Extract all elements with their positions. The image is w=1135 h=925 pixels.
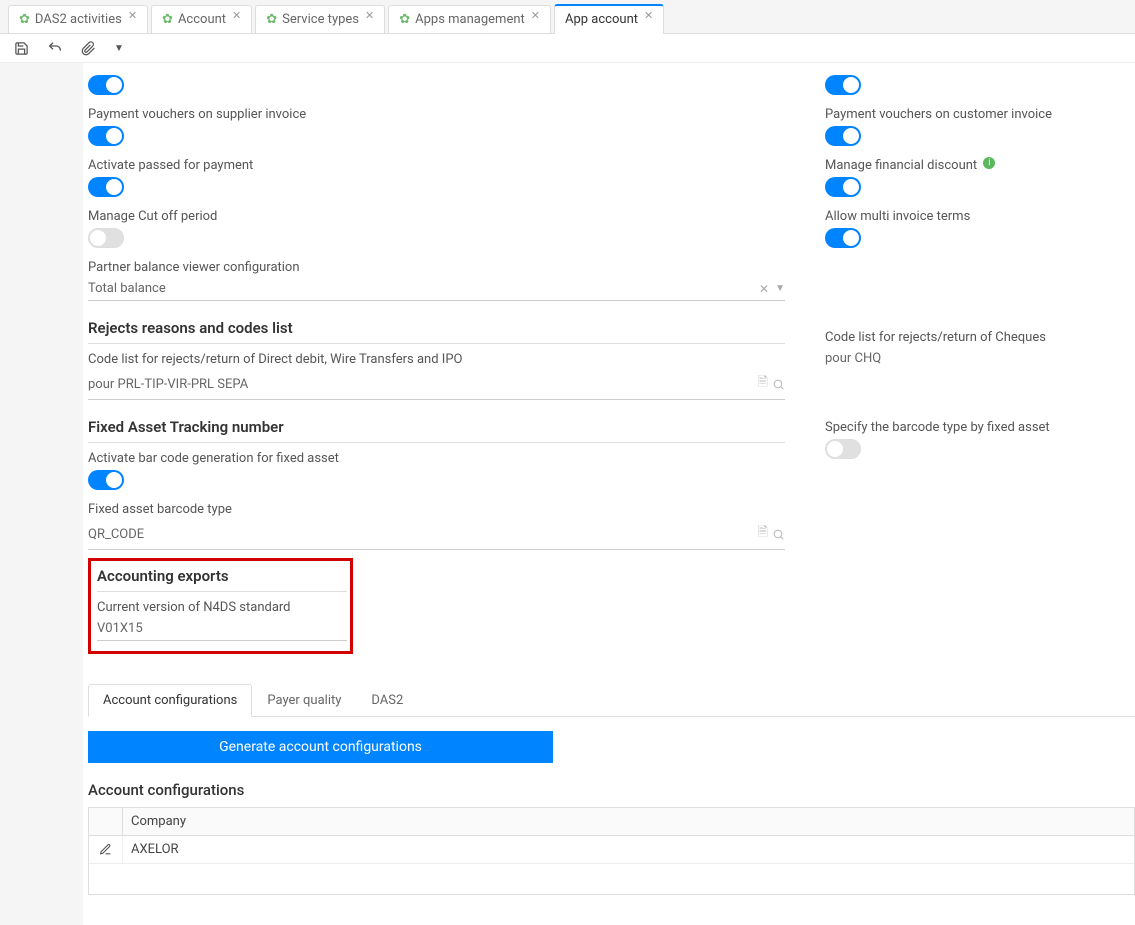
generate-account-configurations-button[interactable]: Generate account configurations [88,731,553,763]
lookup-rejects-direct-debit[interactable]: pour PRL-TIP-VIR-PRL SEPA 🗎 [88,369,785,400]
lookup-value: pour PRL-TIP-VIR-PRL SEPA [88,377,754,392]
toggle-manage-financial-discount[interactable] [825,177,861,197]
tab-label: Apps management [415,12,525,27]
content-area: Payment vouchers on supplier invoice Act… [83,63,1135,925]
undo-icon[interactable] [47,40,63,56]
tab-apps-management[interactable]: ✿ Apps management ✕ [388,5,551,33]
tab-label: App account [565,12,638,27]
section-fixed-asset: Fixed Asset Tracking number [88,418,785,443]
gear-icon: ✿ [399,12,410,27]
close-icon[interactable]: ✕ [128,9,137,22]
edit-icon[interactable] [89,836,123,863]
heading-account-configurations: Account configurations [88,781,1135,799]
label-rejects-cheques: Code list for rejects/return of Cheques [825,330,1135,345]
section-accounting-exports: Accounting exports [97,567,347,592]
tab-label: DAS2 activities [35,12,122,27]
chevron-down-icon[interactable]: ▼ [775,283,785,294]
label-payment-vouchers-supplier: Payment vouchers on supplier invoice [88,107,785,122]
label-activate-passed-for-payment: Activate passed for payment [88,158,785,173]
lookup-value: pour CHQ [825,351,1135,366]
table-header: Company [89,808,1134,836]
sub-tab-payer-quality[interactable]: Payer quality [252,684,356,717]
close-icon[interactable]: ✕ [644,9,653,22]
toggle-unknown-2[interactable] [825,75,861,95]
toggle-unknown-1[interactable] [88,75,124,95]
clear-icon[interactable]: ✕ [759,282,769,296]
top-tabs-bar: ✿ DAS2 activities ✕ ✿ Account ✕ ✿ Servic… [0,0,1135,34]
toggle-specify-barcode[interactable] [825,439,861,459]
sub-tabs: Account configurations Payer quality DAS… [88,684,1135,717]
gear-icon: ✿ [266,12,277,27]
tab-account[interactable]: ✿ Account ✕ [151,5,252,33]
toggle-activate-passed-for-payment[interactable] [88,177,124,197]
label-activate-barcode: Activate bar code generation for fixed a… [88,451,785,466]
select-value: Total balance [88,281,759,296]
sub-tab-das2[interactable]: DAS2 [356,684,418,717]
label-barcode-type: Fixed asset barcode type [88,502,785,517]
close-icon[interactable]: ✕ [365,9,374,22]
tab-label: Service types [282,12,359,27]
section-rejects-reasons: Rejects reasons and codes list [88,319,785,344]
tab-label: Account [178,12,226,27]
label-manage-financial-discount: Manage financial discount i [825,158,1135,173]
toggle-payment-vouchers-customer[interactable] [825,126,861,146]
toggle-payment-vouchers-supplier[interactable] [88,126,124,146]
label-rejects-direct-debit: Code list for rejects/return of Direct d… [88,352,785,367]
label-payment-vouchers-customer: Payment vouchers on customer invoice [825,107,1135,122]
chevron-down-icon[interactable]: ▼ [114,43,124,54]
input-n4ds-version[interactable]: V01X15 [97,617,347,641]
label-specify-barcode: Specify the barcode type by fixed asset [825,420,1135,435]
lookup-value: QR_CODE [88,527,754,542]
document-icon[interactable]: 🗎 [758,523,768,545]
search-icon[interactable] [772,528,785,541]
toggle-activate-barcode[interactable] [88,470,124,490]
cell-company: AXELOR [123,836,1134,863]
highlight-accounting-exports: Accounting exports Current version of N4… [88,558,353,654]
save-icon[interactable] [14,41,29,56]
label-manage-cut-off: Manage Cut off period [88,209,785,224]
table-account-configurations: Company AXELOR [88,807,1135,895]
info-icon[interactable]: i [983,157,995,169]
gear-icon: ✿ [19,12,30,27]
toggle-allow-multi-invoice[interactable] [825,228,861,248]
select-partner-balance[interactable]: Total balance ✕ ▼ [88,277,785,301]
tab-das2-activities[interactable]: ✿ DAS2 activities ✕ [8,5,148,33]
lookup-barcode-type[interactable]: QR_CODE 🗎 [88,519,785,550]
tab-app-account[interactable]: App account ✕ [554,4,664,34]
label-allow-multi-invoice: Allow multi invoice terms [825,209,1135,224]
search-icon[interactable] [772,378,785,391]
left-gutter [0,63,83,925]
label-n4ds: Current version of N4DS standard [97,600,344,615]
tab-service-types[interactable]: ✿ Service types ✕ [255,5,385,33]
sub-tab-account-configurations[interactable]: Account configurations [88,684,252,717]
lookup-rejects-cheques[interactable]: pour CHQ [825,347,1135,370]
label-partner-balance: Partner balance viewer configuration [88,260,785,275]
table-row[interactable]: AXELOR [89,836,1134,864]
document-icon[interactable]: 🗎 [758,373,768,395]
attachment-icon[interactable] [81,41,96,56]
gear-icon: ✿ [162,12,173,27]
close-icon[interactable]: ✕ [232,9,241,22]
toggle-manage-cut-off[interactable] [88,228,124,248]
toolbar: ▼ [0,34,1135,63]
close-icon[interactable]: ✕ [531,9,540,22]
col-company: Company [123,808,1134,835]
